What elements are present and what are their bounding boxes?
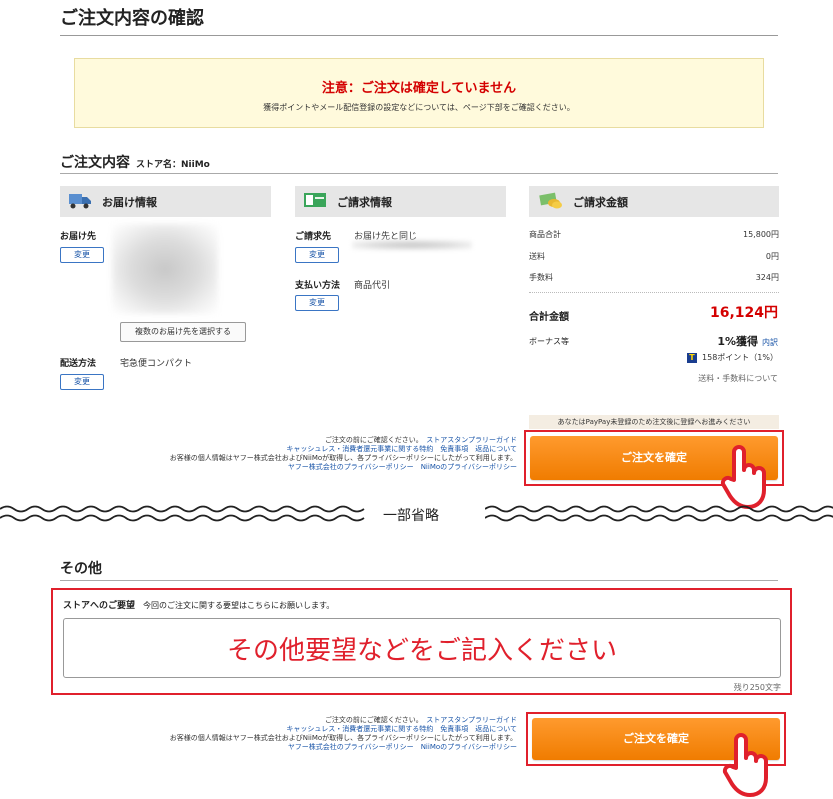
hand-pointer-icon — [722, 732, 772, 799]
shipping-fee-link[interactable]: 送料・手数料について — [698, 373, 778, 384]
address-blurred — [112, 224, 218, 314]
title-divider — [60, 35, 778, 36]
delivery-heading: お届け情報 — [102, 195, 157, 209]
unconfirmed-notice: 注意：ご注文は確定していません 獲得ポイントやメール配信登録の設定などについては… — [74, 58, 764, 128]
stamp-rally-guide-link[interactable]: ストアスタンプラリーガイド — [426, 716, 517, 724]
legal-line-4: ヤフー株式会社のプライバシーポリシー NiiMoのプライバシーポリシー — [170, 463, 517, 472]
total-value: 16,124円 — [709, 305, 778, 321]
order-section-divider — [60, 173, 778, 174]
amount-heading: ご請求金額 — [573, 195, 628, 209]
billing-heading: ご請求情報 — [337, 195, 392, 209]
legal-line-4: ヤフー株式会社のプライバシーポリシー NiiMoのプライバシーポリシー — [170, 743, 517, 752]
bonus-value: 1%獲得 内訳 — [717, 333, 778, 349]
request-textarea[interactable]: その他要望などをご記入ください — [63, 618, 781, 678]
coins-icon — [537, 191, 563, 212]
legal-line-1: ご注文の前にご確認ください。 ストアスタンプラリーガイド — [170, 436, 517, 445]
card-icon — [303, 191, 327, 212]
char-count: 残り250文字 — [733, 683, 781, 692]
amount-row-label: 手数料 — [529, 273, 553, 282]
legal-check-text: ご注文の前にご確認ください。 — [324, 716, 420, 724]
legal-line-1: ご注文の前にご確認ください。 ストアスタンプラリーガイド — [170, 716, 517, 725]
legal-line-3: お客様の個人情報はヤフー株式会社およびNiiMoが取得し、各プライバシーポリシー… — [169, 734, 517, 742]
returns-link[interactable]: 返品について — [475, 445, 517, 453]
amount-row: 送料 0円 — [529, 251, 779, 262]
stamp-rally-guide-link[interactable]: ストアスタンプラリーガイド — [426, 436, 517, 444]
disclaimer-link[interactable]: 免責事項 — [440, 445, 468, 453]
request-label-text: ストアへのご要望 — [63, 601, 136, 611]
notice-title: 注意：ご注文は確定していません — [321, 81, 517, 96]
yahoo-privacy-link[interactable]: ヤフー株式会社のプライバシーポリシー — [288, 463, 414, 471]
page-title: ご注文内容の確認 — [60, 8, 204, 29]
notice-body: 獲得ポイントやメール配信登録の設定などについては、ページ下部をご確認ください。 — [263, 103, 575, 112]
bonus-label: ボーナス等 — [529, 337, 569, 346]
delivery-header: お届け情報 — [60, 186, 271, 217]
yahoo-privacy-link[interactable]: ヤフー株式会社のプライバシーポリシー — [288, 743, 414, 751]
amount-divider — [529, 292, 779, 293]
legal-line-2: キャッシュレス・消費者還元事業に関する特約 免責事項 返品について — [170, 445, 517, 454]
legal-line-3: お客様の個人情報はヤフー株式会社およびNiiMoが取得し、各プライバシーポリシー… — [169, 454, 517, 462]
truck-icon — [68, 191, 92, 212]
t-point-icon: T — [687, 352, 698, 363]
shipping-method-label: 配送方法 — [60, 359, 97, 369]
cashless-terms-link[interactable]: キャッシュレス・消費者還元事業に関する特約 — [286, 445, 433, 453]
payment-method-label: 支払い方法 — [295, 281, 341, 291]
payment-change-button[interactable]: 変更 — [295, 295, 339, 311]
payment-method-value: 商品代引 — [354, 281, 391, 291]
total-label: 合計金額 — [529, 312, 569, 323]
paypay-notice: あなたはPayPay未登録のため注文後に登録へお進みください — [529, 415, 779, 429]
legal-line-2: キャッシュレス・消費者還元事業に関する特約 免責事項 返品について — [170, 725, 517, 734]
other-section-divider — [60, 580, 778, 581]
amount-row: 手数料 324円 — [529, 272, 779, 283]
t-point-value: 158ポイント（1%） — [702, 353, 778, 362]
amount-row-label: 送料 — [529, 252, 545, 261]
shipping-method-change-button[interactable]: 変更 — [60, 374, 104, 390]
billing-address-label: ご請求先 — [295, 232, 332, 242]
store-name: ストア名：NiiMo — [136, 160, 210, 170]
shipping-method-value: 宅急便コンパクト — [120, 359, 193, 369]
request-label: ストアへのご要望 今回のご注文に関する要望はこちらにお願いします。 — [63, 598, 334, 611]
amount-row-label: 商品合計 — [529, 230, 561, 239]
multiple-address-button[interactable]: 複数のお届け先を選択する — [120, 322, 246, 342]
address-change-button[interactable]: 変更 — [60, 247, 104, 263]
niimo-privacy-link[interactable]: NiiMoのプライバシーポリシー — [421, 743, 517, 751]
returns-link[interactable]: 返品について — [475, 725, 517, 733]
other-section-title: その他 — [60, 561, 102, 577]
t-point-row: T 158ポイント（1%） — [687, 352, 778, 363]
omission-label: 一部省略 — [383, 508, 439, 524]
disclaimer-link[interactable]: 免責事項 — [440, 725, 468, 733]
billing-header: ご請求情報 — [295, 186, 506, 217]
address-label: お届け先 — [60, 232, 97, 242]
bonus-detail-link[interactable]: 内訳 — [762, 338, 778, 347]
amount-row: 商品合計 15,800円 — [529, 229, 779, 240]
cashless-terms-link[interactable]: キャッシュレス・消費者還元事業に関する特約 — [286, 725, 433, 733]
niimo-privacy-link[interactable]: NiiMoのプライバシーポリシー — [421, 463, 517, 471]
legal-notes-bottom: ご注文の前にご確認ください。 ストアスタンプラリーガイド キャッシュレス・消費者… — [170, 716, 517, 752]
amount-row-value: 0円 — [765, 252, 779, 261]
legal-check-text: ご注文の前にご確認ください。 — [324, 436, 420, 444]
amount-row-value: 324円 — [755, 273, 779, 282]
wave-divider-left — [0, 505, 365, 522]
legal-notes-top: ご注文の前にご確認ください。 ストアスタンプラリーガイド キャッシュレス・消費者… — [170, 436, 517, 472]
amount-header: ご請求金額 — [529, 186, 779, 217]
billing-change-button[interactable]: 変更 — [295, 247, 339, 263]
order-section-title: ご注文内容 ストア名：NiiMo — [60, 152, 210, 172]
bonus-rate: 1%獲得 — [717, 335, 758, 348]
request-hint: 今回のご注文に関する要望はこちらにお願いします。 — [143, 601, 335, 610]
wave-divider-right — [485, 505, 833, 522]
email-blurred — [352, 240, 472, 250]
amount-row-value: 15,800円 — [743, 230, 779, 239]
order-section-heading: ご注文内容 — [60, 155, 130, 171]
